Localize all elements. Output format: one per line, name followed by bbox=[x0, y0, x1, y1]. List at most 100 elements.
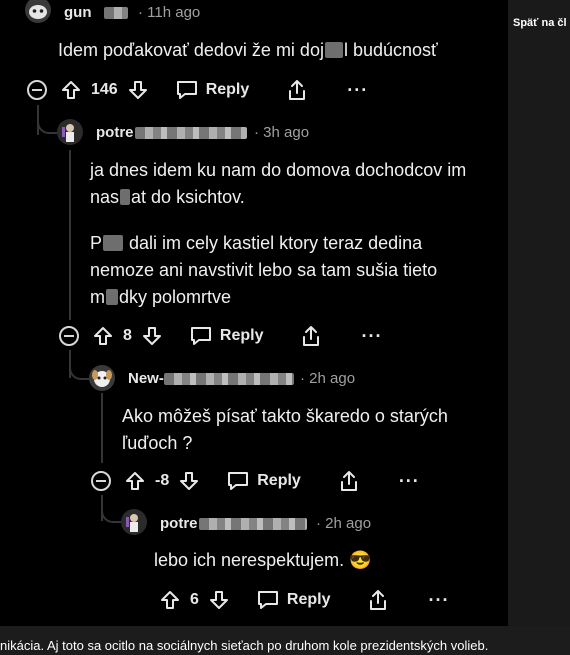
comment-body: Idem poďakovať dedovi že mi doj l budúcno… bbox=[58, 37, 438, 64]
reply-bubble-icon bbox=[190, 327, 211, 345]
snoo-avatar-icon bbox=[25, 0, 51, 23]
collapse-thread-button[interactable] bbox=[59, 326, 79, 346]
redacted-username bbox=[135, 127, 247, 139]
upvote-button[interactable] bbox=[93, 326, 113, 346]
reply-button[interactable]: Reply bbox=[190, 326, 264, 346]
upvote-button[interactable] bbox=[61, 80, 81, 100]
comment-text: nemoze ani navstivit lebo sa tam sušia t… bbox=[90, 260, 438, 280]
comment-body: Ako môžeš písať takto škaredo o starých ľ… bbox=[122, 403, 502, 457]
vote-score: 146 bbox=[91, 81, 118, 98]
more-options-button[interactable]: ··· bbox=[399, 471, 420, 492]
reply-bubble-icon bbox=[257, 591, 278, 609]
vote-score: 6 bbox=[190, 591, 199, 608]
thread-connector bbox=[37, 118, 59, 134]
vote-score: -8 bbox=[155, 472, 170, 489]
downvote-arrow-icon bbox=[180, 472, 199, 490]
share-button[interactable] bbox=[301, 325, 321, 347]
comment-text: Idem poďakovať dedovi že mi doj bbox=[58, 40, 324, 60]
redacted-username bbox=[104, 7, 128, 19]
downvote-arrow-icon bbox=[128, 81, 147, 99]
censored-text bbox=[120, 189, 131, 205]
share-icon bbox=[340, 471, 357, 491]
reply-bubble-icon bbox=[176, 81, 197, 99]
comment-text: ja dnes idem ku nam do domova dochodcov … bbox=[90, 160, 467, 180]
share-button[interactable] bbox=[287, 79, 307, 101]
more-options-button[interactable]: ··· bbox=[347, 80, 368, 101]
thread-connector bbox=[101, 507, 123, 523]
thread-line bbox=[69, 150, 71, 320]
username[interactable]: potre bbox=[96, 124, 134, 141]
reply-label: Reply bbox=[205, 81, 250, 98]
downvote-arrow-icon bbox=[209, 591, 228, 609]
downvote-button[interactable] bbox=[209, 590, 229, 610]
avatar[interactable] bbox=[25, 0, 51, 23]
avatar[interactable] bbox=[57, 119, 83, 145]
upvote-button[interactable] bbox=[125, 471, 145, 491]
reply-label: Reply bbox=[257, 472, 301, 489]
comment-body: ja dnes idem ku nam do domova dochodcov … bbox=[90, 157, 500, 311]
upvote-button[interactable] bbox=[160, 590, 180, 610]
timestamp: · 3h ago bbox=[254, 124, 310, 141]
collapse-thread-button[interactable] bbox=[27, 80, 47, 100]
reply-button[interactable]: Reply bbox=[176, 80, 250, 100]
share-button[interactable] bbox=[368, 589, 388, 611]
upvote-arrow-icon bbox=[94, 327, 112, 345]
username[interactable]: New- bbox=[128, 370, 164, 387]
comment-text: at do ksichtov. bbox=[131, 187, 245, 207]
upvote-arrow-icon bbox=[62, 81, 80, 99]
comment-actions: 6 Reply ··· bbox=[160, 585, 449, 615]
avatar[interactable] bbox=[121, 509, 147, 535]
downvote-button[interactable] bbox=[128, 80, 148, 100]
censored-text bbox=[103, 235, 124, 251]
comment-text: dali im cely kastiel ktory teraz dedina bbox=[129, 233, 423, 253]
share-icon bbox=[289, 80, 306, 100]
reply-button[interactable]: Reply bbox=[257, 590, 331, 610]
redacted-username bbox=[199, 518, 307, 530]
comment-text: l budúcnosť bbox=[343, 40, 438, 60]
thread-connector bbox=[69, 364, 91, 380]
comment-text: lebo ich nerespektujem. bbox=[154, 550, 345, 570]
redacted-username bbox=[164, 373, 294, 385]
comment-actions: 146 Reply ··· bbox=[27, 75, 368, 105]
comment-actions: -8 Reply ··· bbox=[91, 466, 420, 496]
comment-text: m bbox=[90, 287, 105, 307]
reply-button[interactable]: Reply bbox=[227, 471, 301, 491]
comment-body: lebo ich nerespektujem. 😎 bbox=[154, 547, 372, 574]
censored-text bbox=[324, 42, 343, 58]
user-avatar-icon bbox=[57, 119, 83, 145]
upvote-arrow-icon bbox=[161, 591, 179, 609]
username[interactable]: potre bbox=[160, 515, 198, 532]
user-avatar-icon bbox=[121, 509, 147, 535]
reply-label: Reply bbox=[286, 591, 331, 608]
thread-line bbox=[101, 393, 103, 463]
side-panel bbox=[508, 0, 570, 626]
comment-text: P bbox=[90, 233, 103, 253]
sunglasses-emoji-icon: 😎 bbox=[349, 550, 372, 570]
comment-text: dky polomrtve bbox=[119, 287, 232, 307]
collapse-thread-button[interactable] bbox=[91, 471, 111, 491]
username[interactable]: gun bbox=[64, 4, 92, 21]
reply-bubble-icon bbox=[228, 472, 249, 490]
back-to-article-link[interactable]: Späť na čl bbox=[513, 17, 567, 29]
dog-avatar-icon bbox=[89, 365, 115, 391]
comment-text: Ako môžeš písať takto škaredo o starých bbox=[122, 406, 448, 426]
comment-text: ľuďoch ? bbox=[122, 433, 193, 453]
censored-text bbox=[106, 289, 118, 305]
share-icon bbox=[370, 590, 387, 610]
downvote-button[interactable] bbox=[179, 471, 199, 491]
vote-score: 8 bbox=[123, 327, 132, 344]
timestamp: · 2h ago bbox=[300, 370, 356, 387]
image-caption: nikácia. Aj toto sa ocitlo na sociálnych… bbox=[0, 638, 489, 653]
more-options-button[interactable]: ··· bbox=[428, 590, 449, 611]
reply-label: Reply bbox=[219, 327, 264, 344]
downvote-arrow-icon bbox=[142, 327, 161, 345]
share-button[interactable] bbox=[339, 470, 359, 492]
upvote-arrow-icon bbox=[126, 472, 144, 490]
comment-actions: 8 Reply ··· bbox=[59, 321, 382, 351]
more-options-button[interactable]: ··· bbox=[361, 326, 382, 347]
timestamp: · 2h ago bbox=[316, 515, 372, 532]
comment-text: nas bbox=[90, 187, 120, 207]
avatar[interactable] bbox=[89, 365, 115, 391]
downvote-button[interactable] bbox=[142, 326, 162, 346]
timestamp: · 11h ago bbox=[138, 4, 201, 21]
